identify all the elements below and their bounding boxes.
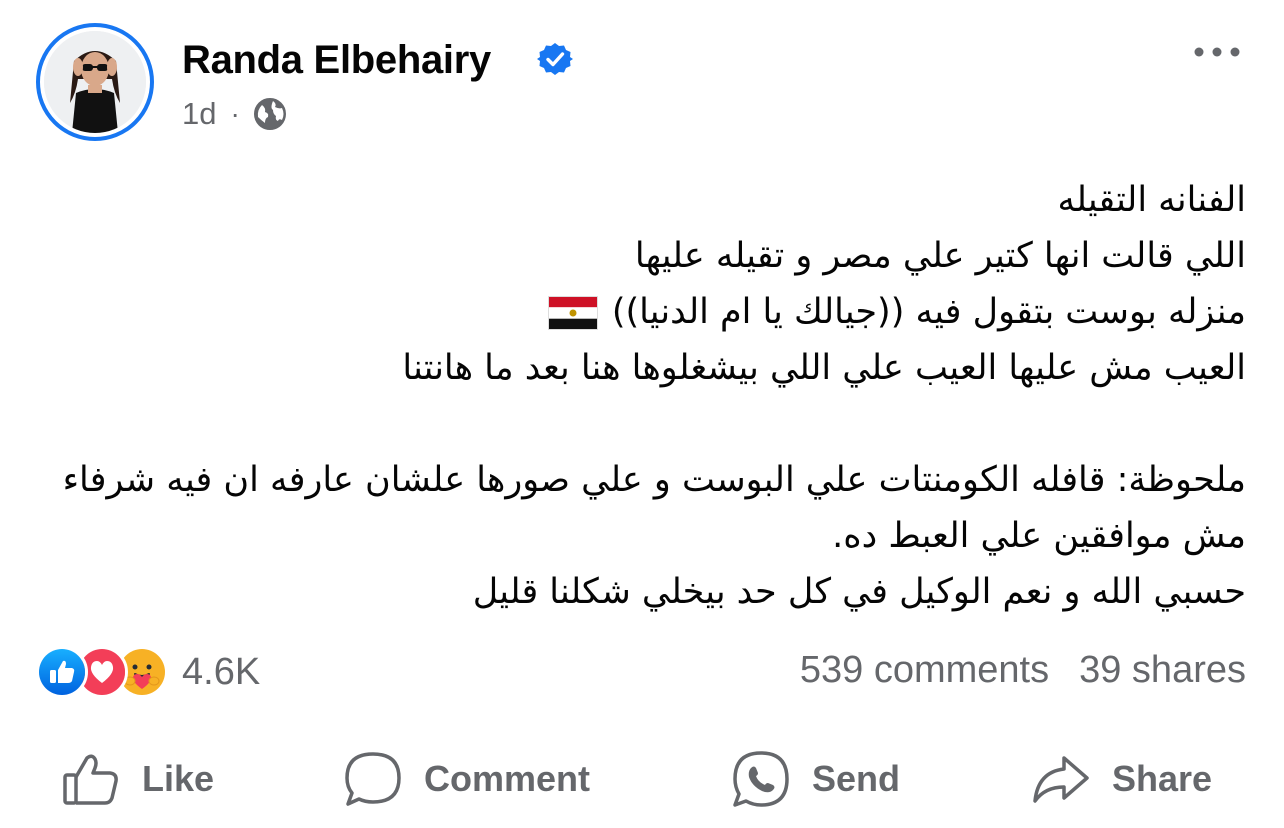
post-meta: 1d ·: [182, 96, 288, 132]
post-line: الفنانه التقيله: [1057, 180, 1246, 220]
post-line: اللي قالت انها كتير علي مصر و تقيله عليه…: [634, 236, 1246, 276]
reaction-count[interactable]: 4.6K: [182, 651, 260, 694]
like-label: Like: [142, 758, 215, 799]
comment-button[interactable]: Comment: [342, 744, 590, 814]
like-reaction-icon: [36, 646, 88, 698]
more-options-icon[interactable]: [1192, 42, 1242, 62]
comment-label: Comment: [424, 758, 591, 799]
reactions-summary[interactable]: 4.6K: [36, 646, 260, 698]
shares-count[interactable]: 39 shares: [1079, 649, 1246, 692]
post-line-with-flag: منزله بوست بتقول فيه ((جيالك يا ام الدني…: [60, 284, 1246, 340]
thumbs-up-icon: [63, 754, 118, 805]
whatsapp-icon: [733, 751, 789, 807]
comments-count[interactable]: 539 comments: [800, 649, 1049, 692]
engagement-stats: 539 comments 39 shares: [800, 649, 1246, 692]
share-button[interactable]: Share: [1030, 744, 1212, 814]
author-name[interactable]: Randa Elbehairy: [182, 38, 491, 83]
comment-bubble-icon: [345, 752, 401, 806]
post-text: الفنانه التقيله اللي قالت انها كتير علي …: [60, 172, 1246, 620]
verified-badge-icon: [537, 43, 573, 75]
post-line: ملحوظة: قافله الكومنتات علي البوست و علي…: [62, 460, 1246, 556]
send-label: Send: [812, 758, 901, 799]
post-line: منزله بوست بتقول فيه ((جيالك يا ام الدني…: [611, 292, 1246, 332]
post-time[interactable]: 1d: [182, 96, 216, 132]
share-arrow-icon: [1033, 756, 1089, 803]
send-button[interactable]: Send: [730, 744, 900, 814]
profile-avatar[interactable]: [36, 23, 154, 141]
like-button[interactable]: Like: [60, 744, 214, 814]
avatar-photo: [44, 31, 146, 133]
meta-separator: ·: [230, 98, 240, 129]
post-line: العيب مش عليها العيب علي اللي بيشغلوها ه…: [402, 348, 1246, 388]
post-actions: Like Comment Send Share: [0, 744, 1284, 814]
share-label: Share: [1112, 758, 1213, 799]
globe-icon[interactable]: [252, 96, 288, 132]
post-line: حسبي الله و نعم الوكيل في كل حد بيخلي شك…: [472, 572, 1246, 612]
egypt-flag-emoji: [547, 296, 598, 330]
